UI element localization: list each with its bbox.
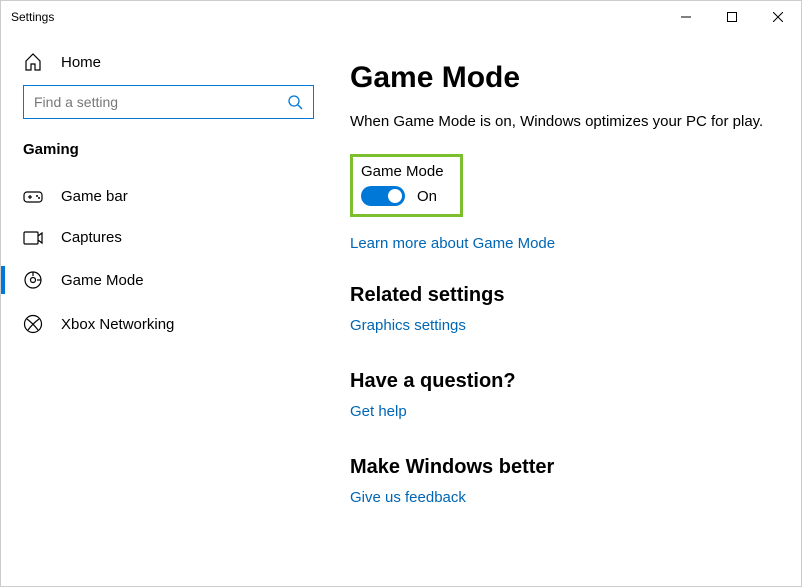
window-title: Settings	[11, 10, 54, 24]
get-help-link[interactable]: Get help	[350, 403, 771, 420]
search-icon	[287, 94, 303, 110]
content-pane: Game Mode When Game Mode is on, Windows …	[336, 33, 801, 586]
xbox-icon	[23, 314, 43, 334]
search-input[interactable]	[34, 94, 287, 110]
search-box[interactable]	[23, 85, 314, 119]
sidebar-item-label: Game Mode	[61, 272, 144, 289]
sidebar-item-xbox-networking[interactable]: Xbox Networking	[1, 302, 336, 346]
main-area: Home Gaming Game bar Captures	[1, 33, 801, 586]
sidebar-item-label: Xbox Networking	[61, 316, 174, 333]
page-title: Game Mode	[350, 61, 771, 95]
sidebar-item-captures[interactable]: Captures	[1, 217, 336, 258]
sidebar-item-label: Game bar	[61, 188, 128, 205]
sidebar-item-label: Captures	[61, 229, 122, 246]
close-button[interactable]	[755, 1, 801, 33]
have-question-heading: Have a question?	[350, 370, 771, 393]
gamebar-icon	[23, 189, 43, 205]
section-heading: Gaming	[1, 141, 336, 176]
make-windows-better-heading: Make Windows better	[350, 456, 771, 479]
sidebar: Home Gaming Game bar Captures	[1, 33, 336, 586]
related-settings-heading: Related settings	[350, 284, 771, 307]
feedback-link[interactable]: Give us feedback	[350, 489, 771, 506]
home-label: Home	[61, 54, 101, 71]
nav-list: Game bar Captures Game Mode Xbox Network…	[1, 176, 336, 346]
sidebar-item-game-bar[interactable]: Game bar	[1, 176, 336, 217]
titlebar: Settings	[1, 1, 801, 33]
minimize-button[interactable]	[663, 1, 709, 33]
captures-icon	[23, 230, 43, 246]
home-nav[interactable]: Home	[1, 45, 336, 85]
toggle-row: On	[361, 186, 444, 206]
toggle-state-text: On	[417, 188, 437, 205]
sidebar-item-game-mode[interactable]: Game Mode	[1, 258, 336, 302]
maximize-button[interactable]	[709, 1, 755, 33]
home-icon	[23, 53, 43, 71]
learn-more-link[interactable]: Learn more about Game Mode	[350, 235, 771, 252]
game-mode-toggle[interactable]	[361, 186, 405, 206]
graphics-settings-link[interactable]: Graphics settings	[350, 317, 771, 334]
window-controls	[663, 1, 801, 33]
page-description: When Game Mode is on, Windows optimizes …	[350, 113, 771, 130]
gamemode-icon	[23, 270, 43, 290]
toggle-label: Game Mode	[361, 163, 444, 180]
highlight-box: Game Mode On	[350, 154, 463, 217]
